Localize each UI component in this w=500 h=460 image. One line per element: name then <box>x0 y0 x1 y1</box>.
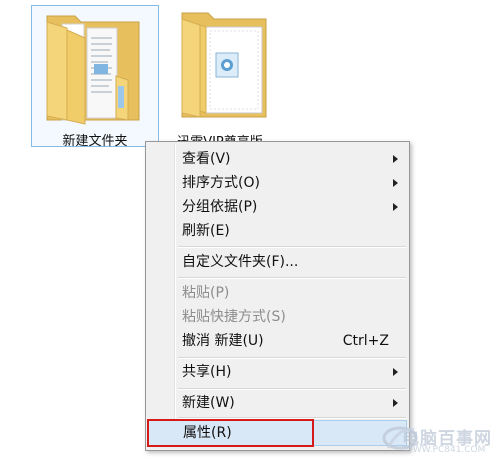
submenu-arrow-icon <box>393 368 398 376</box>
watermark-subtext: WWW.PC841.COM <box>404 445 486 455</box>
folder-with-files-icon <box>46 15 140 125</box>
menu-item-sort-by[interactable]: 排序方式(O) <box>148 171 407 195</box>
menu-item-customize-folder[interactable]: 自定义文件夹(F)... <box>148 250 407 274</box>
menu-item-label: 粘贴快捷方式(S) <box>182 309 286 325</box>
watermark: 电脑百事网 WWW.PC841.COM <box>380 418 500 460</box>
menu-item-label: 刷新(E) <box>182 223 230 239</box>
desktop-folder-new-folder[interactable]: 新建文件夹 <box>31 5 159 149</box>
menu-item-shortcut: Ctrl+Z <box>342 333 389 349</box>
menu-item-refresh[interactable]: 刷新(E) <box>148 219 407 243</box>
menu-item-label: 自定义文件夹(F)... <box>182 254 299 270</box>
menu-separator <box>178 357 406 359</box>
context-menu: 查看(V) 排序方式(O) 分组依据(P) 刷新(E) 自定义文件夹(F)...… <box>145 141 410 451</box>
menu-item-paste[interactable]: 粘贴(P) <box>148 281 407 305</box>
menu-item-label: 排序方式(O) <box>182 175 260 191</box>
menu-item-label: 新建(W) <box>182 395 235 411</box>
folder-label: 新建文件夹 <box>62 134 128 149</box>
menu-separator <box>178 277 406 279</box>
menu-separator <box>178 246 406 248</box>
submenu-arrow-icon <box>393 203 398 211</box>
menu-item-share[interactable]: 共享(H) <box>148 360 407 384</box>
submenu-arrow-icon <box>393 399 398 407</box>
menu-item-new[interactable]: 新建(W) <box>148 391 407 415</box>
menu-item-group-by[interactable]: 分组依据(P) <box>148 195 407 219</box>
submenu-arrow-icon <box>393 179 398 187</box>
menu-item-label: 撤消 新建(U) <box>182 333 264 349</box>
menu-item-view[interactable]: 查看(V) <box>148 147 407 171</box>
menu-item-undo-new[interactable]: 撤消 新建(U) Ctrl+Z <box>148 329 407 353</box>
menu-item-label: 查看(V) <box>182 151 231 167</box>
submenu-arrow-icon <box>393 155 398 163</box>
menu-separator <box>178 388 406 390</box>
annotation-highlight-box <box>147 419 314 447</box>
menu-item-paste-shortcut[interactable]: 粘贴快捷方式(S) <box>148 305 407 329</box>
folder-with-document-icon <box>181 12 267 118</box>
menu-item-label: 粘贴(P) <box>182 285 230 301</box>
menu-item-label: 共享(H) <box>182 364 232 380</box>
desktop-folder-xunlei-vip[interactable]: 迅雷VIP尊享版 <box>160 5 280 150</box>
menu-item-label: 分组依据(P) <box>182 199 258 215</box>
